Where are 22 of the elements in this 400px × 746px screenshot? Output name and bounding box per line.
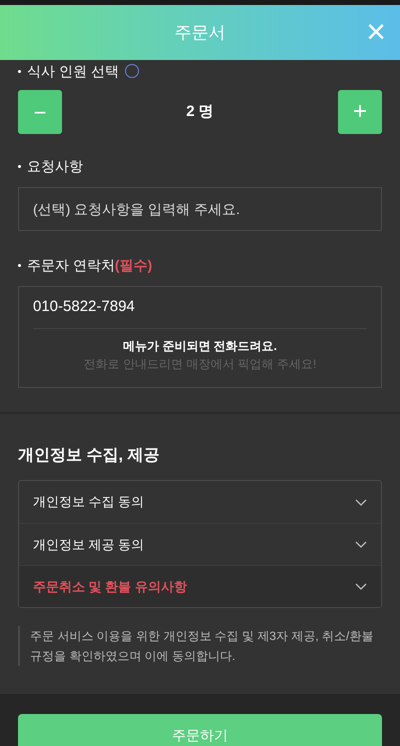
chevron-down-icon (355, 583, 367, 590)
section-label: 식사 인원 선택 (27, 64, 119, 78)
agreement-row[interactable]: 주문취소 및 환불 유의사항 (19, 565, 381, 607)
order-button[interactable]: 주문하기 (18, 714, 382, 746)
phone-number[interactable]: 010-5822-7894 (33, 287, 367, 329)
chevron-down-icon (355, 498, 367, 506)
party-count: 2 명 (186, 102, 214, 122)
section-heading: 개인정보 수집, 제공 (18, 446, 160, 466)
agreement-row[interactable]: 개인정보 수집 동의 (19, 481, 381, 523)
bullet-icon (18, 70, 21, 72)
bullet-icon (18, 165, 21, 168)
call-message: 메뉴가 준비되면 전화드려요. (122, 338, 278, 355)
increase-button[interactable]: + (338, 90, 382, 134)
chevron-down-icon (355, 541, 367, 548)
request-field[interactable]: (선택) 요청사항을 입력해 주세요. (18, 187, 382, 231)
section-label: 요청사항 (27, 157, 83, 176)
decrease-button[interactable]: − (18, 90, 62, 134)
consent-notice: 주문 서비스 이용을 위한 개인정보 수집 및 제3자 제공, 취소/환불 규정을 확인하였으며 이에 동의합니다. (18, 626, 382, 666)
bullet-icon (18, 264, 21, 267)
page-title: 주문서 (174, 22, 226, 44)
section-label: 주문자 연락처(필수) (27, 256, 152, 275)
close-button[interactable]: × (366, 15, 386, 49)
